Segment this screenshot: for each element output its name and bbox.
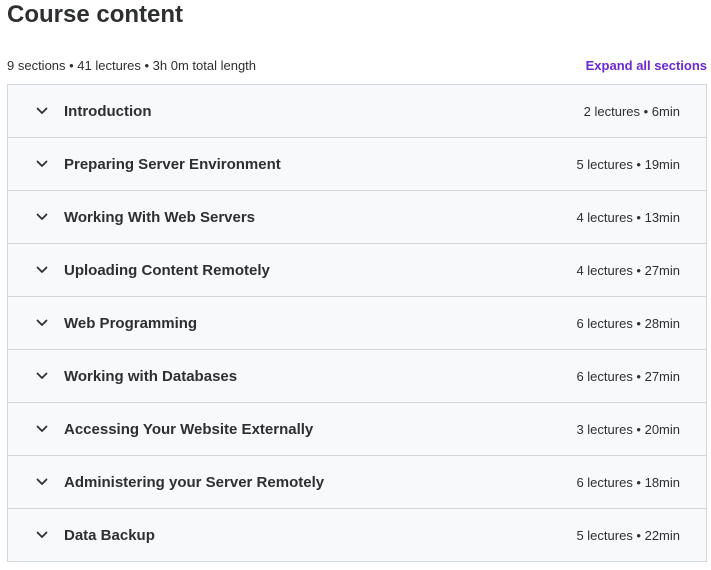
section-title: Introduction xyxy=(64,102,152,120)
course-summary: 9 sections • 41 lectures • 3h 0m total l… xyxy=(7,57,257,73)
course-summary-row: 9 sections • 41 lectures • 3h 0m total l… xyxy=(7,55,707,75)
chevron-down-icon xyxy=(34,103,50,119)
chevron-down-icon xyxy=(34,368,50,384)
section-meta: 6 lectures • 27min xyxy=(576,368,680,384)
page-title: Course content xyxy=(7,1,184,28)
section-working-with-databases[interactable]: Working with Databases 6 lectures • 27mi… xyxy=(8,350,706,403)
section-title: Web Programming xyxy=(64,314,198,332)
section-web-programming[interactable]: Web Programming 6 lectures • 28min xyxy=(8,297,706,350)
section-title: Uploading Content Remotely xyxy=(64,261,270,279)
section-title: Data Backup xyxy=(64,526,155,544)
section-data-backup[interactable]: Data Backup 5 lectures • 22min xyxy=(8,509,706,562)
section-meta: 5 lectures • 22min xyxy=(576,527,680,543)
section-working-with-web-servers[interactable]: Working With Web Servers 4 lectures • 13… xyxy=(8,191,706,244)
chevron-down-icon xyxy=(34,474,50,490)
section-title: Preparing Server Environment xyxy=(64,155,281,173)
section-administering-your-server-remotely[interactable]: Administering your Server Remotely 6 lec… xyxy=(8,456,706,509)
chevron-down-icon xyxy=(34,209,50,225)
section-introduction[interactable]: Introduction 2 lectures • 6min xyxy=(8,85,706,138)
section-meta: 4 lectures • 27min xyxy=(576,262,680,278)
course-content-panel: Course content 9 sections • 41 lectures … xyxy=(0,0,711,570)
chevron-down-icon xyxy=(34,262,50,278)
chevron-down-icon xyxy=(34,421,50,437)
section-meta: 4 lectures • 13min xyxy=(576,209,680,225)
chevron-down-icon xyxy=(34,527,50,543)
section-meta: 6 lectures • 28min xyxy=(576,315,680,331)
section-meta: 3 lectures • 20min xyxy=(576,421,680,437)
chevron-down-icon xyxy=(34,156,50,172)
section-uploading-content-remotely[interactable]: Uploading Content Remotely 4 lectures • … xyxy=(8,244,706,297)
section-title: Accessing Your Website Externally xyxy=(64,420,314,438)
section-title: Working With Web Servers xyxy=(64,208,256,226)
section-meta: 2 lectures • 6min xyxy=(583,103,680,119)
section-accessing-your-website-externally[interactable]: Accessing Your Website Externally 3 lect… xyxy=(8,403,706,456)
section-meta: 5 lectures • 19min xyxy=(576,156,680,172)
section-list: Introduction 2 lectures • 6min Preparing… xyxy=(7,84,707,562)
chevron-down-icon xyxy=(34,315,50,331)
section-title: Administering your Server Remotely xyxy=(64,473,325,491)
section-meta: 6 lectures • 18min xyxy=(576,474,680,490)
section-preparing-server-environment[interactable]: Preparing Server Environment 5 lectures … xyxy=(8,138,706,191)
section-title: Working with Databases xyxy=(64,367,238,385)
expand-all-sections-button[interactable]: Expand all sections xyxy=(586,58,707,73)
